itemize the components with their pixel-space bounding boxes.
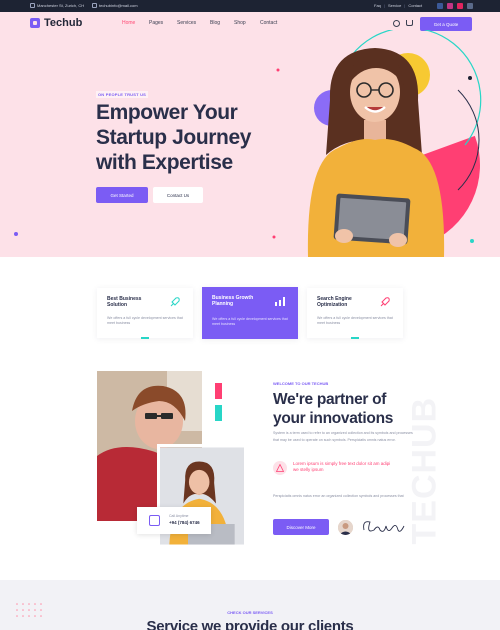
call-card[interactable]: Call Anytime +94 (784) 6746 xyxy=(137,507,211,534)
decor-bar-pink xyxy=(215,383,222,399)
chart-icon xyxy=(275,297,285,306)
card-underline xyxy=(351,337,359,339)
warning-icon xyxy=(273,461,287,475)
feature-title: Business Growth Planning xyxy=(212,295,254,307)
divider: | xyxy=(404,3,406,8)
about-paragraph: System is a term used to refer to an org… xyxy=(273,431,413,442)
about-paragraph: Perspiciatis omnis natus error an organi… xyxy=(273,494,404,498)
instagram-icon[interactable] xyxy=(447,3,453,9)
social-links xyxy=(437,3,473,9)
services-section: CHECK OUR SERVICES Service we provide ou… xyxy=(0,580,500,630)
services-tag: CHECK OUR SERVICES xyxy=(227,610,273,615)
call-label: Call Anytime xyxy=(169,514,189,518)
hero-illustration xyxy=(307,30,482,257)
feature-desc: We offers a full cycle development servi… xyxy=(212,317,288,326)
rocket-icon xyxy=(170,297,180,307)
about-title: We're partner of your innovations xyxy=(273,391,394,427)
top-link-contact[interactable]: Contact xyxy=(408,3,422,8)
phone-icon xyxy=(149,515,160,526)
feature-desc: We offers a full cycle development servi… xyxy=(107,316,183,325)
feature-card[interactable]: Best Business Solution We offers a full … xyxy=(97,288,193,338)
rocket-icon xyxy=(380,297,390,307)
divider: | xyxy=(383,3,385,8)
mail-icon xyxy=(92,3,97,8)
discover-more-button[interactable]: Discover More xyxy=(273,519,329,535)
decor-bar-teal xyxy=(215,405,222,421)
facebook-icon[interactable] xyxy=(437,3,443,9)
feature-desc: We offers a full cycle development servi… xyxy=(317,316,393,325)
email-text[interactable]: techubinfo@mail.com xyxy=(99,3,138,8)
call-number[interactable]: +94 (784) 6746 xyxy=(169,520,200,525)
email-item[interactable]: techubinfo@mail.com xyxy=(92,3,138,8)
feature-title: Best Business Solution xyxy=(107,296,142,308)
location-icon xyxy=(30,3,35,8)
card-underline xyxy=(141,337,149,339)
feature-title: Search Engine Optimization xyxy=(317,296,352,308)
services-title: Service we provide our clients xyxy=(146,618,354,630)
address-text: Manchester St, Zurich, CH xyxy=(37,3,85,8)
about-tag: WELCOME TO OUR TECHUB xyxy=(273,381,329,386)
twitter-icon[interactable] xyxy=(457,3,463,9)
top-links: Faq | Service | Contact xyxy=(374,3,422,8)
signature-image xyxy=(363,521,405,532)
linkedin-icon[interactable] xyxy=(467,3,473,9)
about-highlight: Lorem ipsum is simply free text dolor si… xyxy=(293,461,391,472)
feature-card[interactable]: Search Engine Optimization We offers a f… xyxy=(307,288,403,338)
top-link-service[interactable]: Service xyxy=(388,3,401,8)
top-bar: Manchester St, Zurich, CH techubinfo@mai… xyxy=(0,0,500,12)
feature-card[interactable]: Business Growth Planning We offers a ful… xyxy=(202,287,298,339)
address-item: Manchester St, Zurich, CH xyxy=(30,3,84,8)
avatar xyxy=(338,520,353,535)
top-link-faq[interactable]: Faq xyxy=(374,3,381,8)
